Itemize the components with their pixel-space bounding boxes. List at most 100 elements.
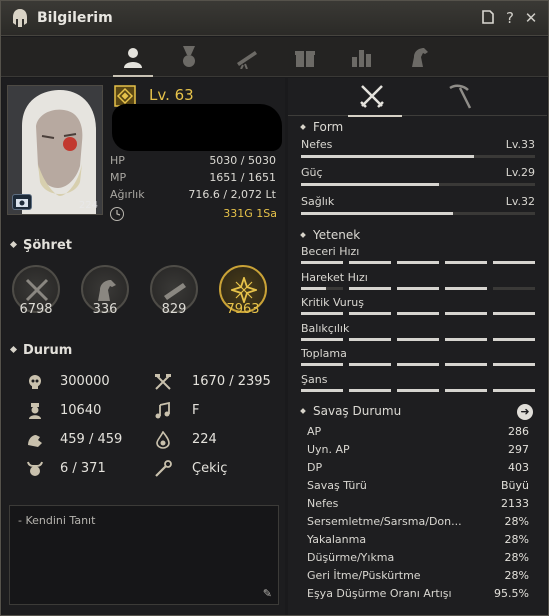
title-bar[interactable]: Bilgilerim ? ✕ <box>1 1 548 36</box>
tab-spyglass[interactable] <box>227 41 267 73</box>
form-bar-fill <box>301 155 475 158</box>
fame-combat-value: 6798 <box>19 302 53 317</box>
skill-segment <box>445 286 487 290</box>
combat-status-row: Nefes 2133 <box>301 497 535 515</box>
skill-segment <box>493 286 535 290</box>
skill-segment <box>349 261 391 264</box>
skill-segment <box>301 286 343 290</box>
tab-profile[interactable] <box>113 41 153 77</box>
profile-icon <box>124 48 142 68</box>
combat-status-row: Geri İtme/Püskürtme 28% <box>301 569 535 587</box>
form-heading: Form <box>300 120 344 134</box>
status-heading: Durum <box>9 343 72 358</box>
status-contribution-value: 10640 <box>60 403 102 418</box>
camera-icon[interactable] <box>12 194 32 210</box>
skill-segment <box>493 337 535 341</box>
form-level: Lv.29 <box>505 166 535 179</box>
left-panel: 224 Lv. 63 HP 5030 / 5030 MP 1651 / 1651… <box>2 78 285 615</box>
spyglass-icon <box>237 51 257 69</box>
tab-stats[interactable] <box>341 41 381 73</box>
tab-medal[interactable] <box>169 41 209 73</box>
combat-tab-icon <box>360 85 384 108</box>
combat-status-row: Düşürme/Yıkma 28% <box>301 551 535 569</box>
weight-label: Ağırlık <box>110 188 145 201</box>
tab-horse[interactable] <box>399 41 439 73</box>
crossed-swords-icon <box>25 278 49 302</box>
gathering-tab-icon <box>449 84 472 109</box>
form-level: Lv.33 <box>505 138 535 151</box>
combat-status-row: Eşya Düşürme Oranı Artışı 95.5% <box>301 587 535 605</box>
status-weapon-type-value: Çekiç <box>192 461 228 476</box>
skill-segment <box>397 261 439 264</box>
combat-status-row: DP 403 <box>301 461 535 479</box>
form-row: Güç Lv.29 <box>301 166 535 188</box>
weight-value: 716.6 / 2,072 Lt <box>188 188 276 201</box>
character-portrait[interactable]: 224 <box>7 85 103 215</box>
skill-segment <box>445 312 487 315</box>
form-row: Sağlık Lv.32 <box>301 195 535 217</box>
hammer-icon <box>155 374 171 390</box>
combat-status-label: Sersemletme/Sarsma/Don... <box>307 515 462 528</box>
compass-icon <box>231 277 257 303</box>
combat-status-label: Yakalanma <box>307 533 367 546</box>
skill-row: Balıkçılık <box>301 322 535 344</box>
combat-status-row: AP 286 <box>301 425 535 443</box>
tab-combat[interactable] <box>348 82 402 117</box>
bar-chart-icon <box>352 50 371 67</box>
combat-status-row: Sersemletme/Sarsma/Don... 28% <box>301 515 535 533</box>
skill-segment <box>349 388 391 392</box>
skill-segment <box>445 261 487 264</box>
form-bar-fill <box>301 212 454 215</box>
wrench-icon <box>155 460 172 477</box>
details-arrow-icon[interactable]: ➜ <box>517 404 533 420</box>
combat-status-label: Düşürme/Yıkma <box>307 551 395 564</box>
combat-status-row: Yakalanma 28% <box>301 533 535 551</box>
close-icon[interactable]: ✕ <box>522 9 540 27</box>
skill-segment <box>445 337 487 341</box>
help-icon[interactable]: ? <box>501 9 519 27</box>
skill-segment <box>397 286 439 290</box>
tab-gift[interactable] <box>285 41 325 73</box>
edit-pen-icon[interactable]: ✎ <box>263 587 272 600</box>
horse-icon <box>412 48 428 67</box>
skill-label: Beceri Hızı <box>301 245 360 258</box>
mp-label: MP <box>110 171 127 184</box>
hp-value: 5030 / 5030 <box>209 154 276 167</box>
skill-row: Toplama <box>301 347 535 369</box>
combat-status-value: 95.5% <box>494 587 529 600</box>
combat-status-label: Nefes <box>307 497 339 510</box>
character-level: Lv. 63 <box>149 86 194 104</box>
fame-heading: Şöhret <box>9 238 72 253</box>
form-row: Nefes Lv.33 <box>301 138 535 160</box>
self-intro-box[interactable]: - Kendini Tanıt ✎ <box>9 505 279 605</box>
gift-icon <box>295 50 315 67</box>
weight-row: Ağırlık 716.6 / 2,072 Lt <box>110 187 278 203</box>
skill-segment <box>493 363 535 366</box>
tab-gathering[interactable] <box>446 82 480 112</box>
combat-status-value: 2133 <box>501 497 529 510</box>
combat-status-value: 403 <box>508 461 529 474</box>
skill-segment <box>301 312 343 315</box>
skill-segment <box>397 312 439 315</box>
combat-status-value: 28% <box>504 569 529 582</box>
skill-segment <box>349 312 391 315</box>
form-title: Form <box>313 120 344 134</box>
skill-segment <box>301 363 343 366</box>
book-icon[interactable] <box>479 9 497 27</box>
soldier-icon <box>29 403 41 419</box>
status-inventory-value: 6 / 371 <box>60 461 106 476</box>
skill-segment <box>349 363 391 366</box>
status-flame-value: 224 <box>192 432 217 447</box>
fame-title: Şöhret <box>23 238 72 253</box>
skill-segment <box>397 388 439 392</box>
combat-status-value: 28% <box>504 515 529 528</box>
skill-segment <box>397 337 439 341</box>
skill-segment <box>397 363 439 366</box>
fame-life-value: 336 <box>92 302 118 317</box>
redacted-name <box>112 104 282 151</box>
skill-segment <box>445 388 487 392</box>
form-bar-fill <box>301 183 440 186</box>
fame-family-value: 7963 <box>226 302 260 317</box>
right-panel: Form Nefes Lv.33 Güç Lv.29 Sağlık Lv.32 … <box>288 78 547 615</box>
form-label: Güç <box>301 166 323 179</box>
